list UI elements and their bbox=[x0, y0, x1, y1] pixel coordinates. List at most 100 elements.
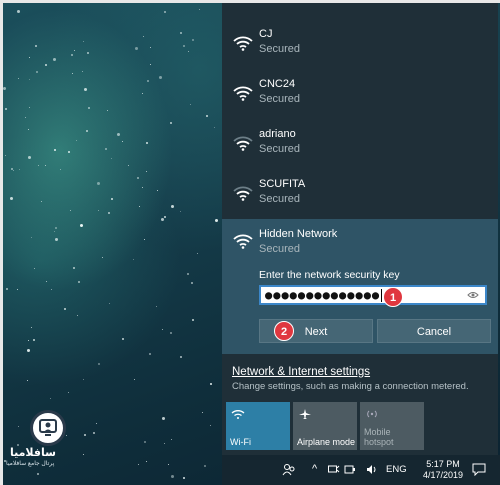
wifi-signal-icon bbox=[233, 86, 253, 101]
star bbox=[139, 206, 140, 207]
star bbox=[192, 319, 194, 321]
star bbox=[80, 224, 83, 227]
network-settings-description: Change settings, such as making a connec… bbox=[232, 381, 469, 392]
wifi-signal-icon bbox=[233, 36, 253, 51]
star bbox=[146, 461, 147, 462]
star bbox=[10, 197, 13, 200]
star bbox=[45, 165, 46, 166]
star bbox=[31, 237, 32, 238]
security-key-label: Enter the network security key bbox=[259, 269, 400, 281]
star bbox=[27, 349, 30, 352]
star bbox=[183, 45, 185, 47]
star bbox=[107, 110, 108, 111]
star bbox=[204, 465, 206, 467]
network-name: adriano bbox=[259, 128, 296, 140]
star bbox=[87, 52, 89, 54]
star bbox=[157, 190, 158, 191]
mobile-hotspot-tile[interactable]: Mobile hotspot bbox=[360, 402, 424, 450]
logo-emblem bbox=[30, 410, 66, 446]
star bbox=[144, 239, 145, 240]
chevron-up-icon[interactable]: ^ bbox=[312, 463, 317, 475]
star bbox=[6, 288, 8, 290]
star bbox=[206, 115, 208, 117]
star bbox=[202, 412, 203, 413]
reveal-password-icon[interactable] bbox=[467, 290, 479, 300]
star bbox=[3, 87, 6, 90]
star bbox=[164, 216, 166, 218]
star bbox=[28, 340, 29, 341]
network-status: Secured bbox=[259, 43, 300, 55]
tile-label: Wi-Fi bbox=[230, 437, 251, 447]
people-icon[interactable] bbox=[282, 463, 296, 477]
star bbox=[133, 259, 134, 260]
star bbox=[28, 129, 29, 130]
star bbox=[128, 165, 129, 166]
star bbox=[180, 356, 182, 358]
star bbox=[17, 10, 20, 13]
star bbox=[29, 79, 30, 80]
star bbox=[214, 127, 215, 128]
star bbox=[162, 417, 165, 420]
star bbox=[215, 219, 218, 222]
star bbox=[210, 425, 211, 426]
network-item-cj[interactable]: CJ Secured bbox=[222, 21, 498, 71]
star bbox=[143, 36, 144, 37]
star bbox=[96, 423, 97, 424]
star bbox=[210, 383, 212, 385]
star bbox=[199, 9, 200, 10]
network-item-hidden-expanded[interactable]: Hidden Network Secured Enter the network… bbox=[222, 219, 498, 354]
network-status: Secured bbox=[259, 143, 300, 155]
star bbox=[78, 281, 80, 283]
text-caret bbox=[381, 289, 383, 302]
network-item-cnc24[interactable]: CNC24 Secured bbox=[222, 71, 498, 121]
network-item-adriano[interactable]: adriano Secured bbox=[222, 121, 498, 171]
wifi-signal-icon bbox=[233, 186, 253, 201]
wifi-tile[interactable]: Wi-Fi bbox=[226, 402, 290, 450]
star bbox=[29, 57, 30, 58]
star bbox=[170, 122, 172, 124]
network-settings-link[interactable]: Network & Internet settings bbox=[232, 366, 370, 378]
security-key-input[interactable]: ●●●●●●●●●●●●●● bbox=[259, 285, 487, 305]
volume-icon[interactable] bbox=[366, 464, 378, 475]
security-key-value: ●●●●●●●●●●●●●● bbox=[265, 288, 381, 302]
star bbox=[82, 71, 83, 72]
network-status-icon[interactable] bbox=[328, 464, 340, 475]
star bbox=[29, 107, 30, 108]
action-center-icon[interactable] bbox=[472, 463, 486, 476]
star bbox=[171, 205, 174, 208]
star bbox=[156, 306, 157, 307]
star bbox=[88, 107, 90, 109]
star bbox=[197, 253, 198, 254]
star bbox=[50, 398, 51, 399]
step-badge-2: 2 bbox=[274, 321, 294, 341]
star bbox=[190, 104, 191, 105]
star bbox=[28, 156, 31, 159]
star bbox=[17, 289, 18, 290]
network-name: CNC24 bbox=[259, 78, 296, 90]
input-language[interactable]: ENG bbox=[386, 464, 407, 475]
network-status: Secured bbox=[259, 193, 300, 205]
person-screen-icon bbox=[39, 419, 57, 436]
star bbox=[53, 58, 56, 61]
airplane-mode-tile[interactable]: Airplane mode bbox=[293, 402, 357, 450]
star bbox=[183, 477, 185, 479]
star bbox=[60, 169, 61, 170]
battery-icon[interactable] bbox=[344, 464, 356, 475]
network-status: Secured bbox=[259, 243, 300, 255]
cancel-button[interactable]: Cancel bbox=[377, 319, 491, 343]
star bbox=[98, 210, 99, 211]
airplane-icon bbox=[299, 409, 311, 419]
star bbox=[180, 211, 181, 212]
star bbox=[122, 141, 123, 142]
hotspot-icon bbox=[367, 410, 377, 418]
star bbox=[46, 281, 47, 282]
network-status: Secured bbox=[259, 93, 300, 105]
star bbox=[70, 210, 71, 211]
tile-label: Airplane mode bbox=[297, 437, 356, 447]
star bbox=[77, 315, 78, 316]
star bbox=[146, 142, 148, 144]
clock[interactable]: 5:17 PM 4/17/2019 bbox=[418, 459, 468, 481]
star bbox=[111, 158, 112, 159]
network-item-scufita[interactable]: SCUFITA Secured bbox=[222, 171, 498, 221]
star bbox=[31, 327, 32, 328]
